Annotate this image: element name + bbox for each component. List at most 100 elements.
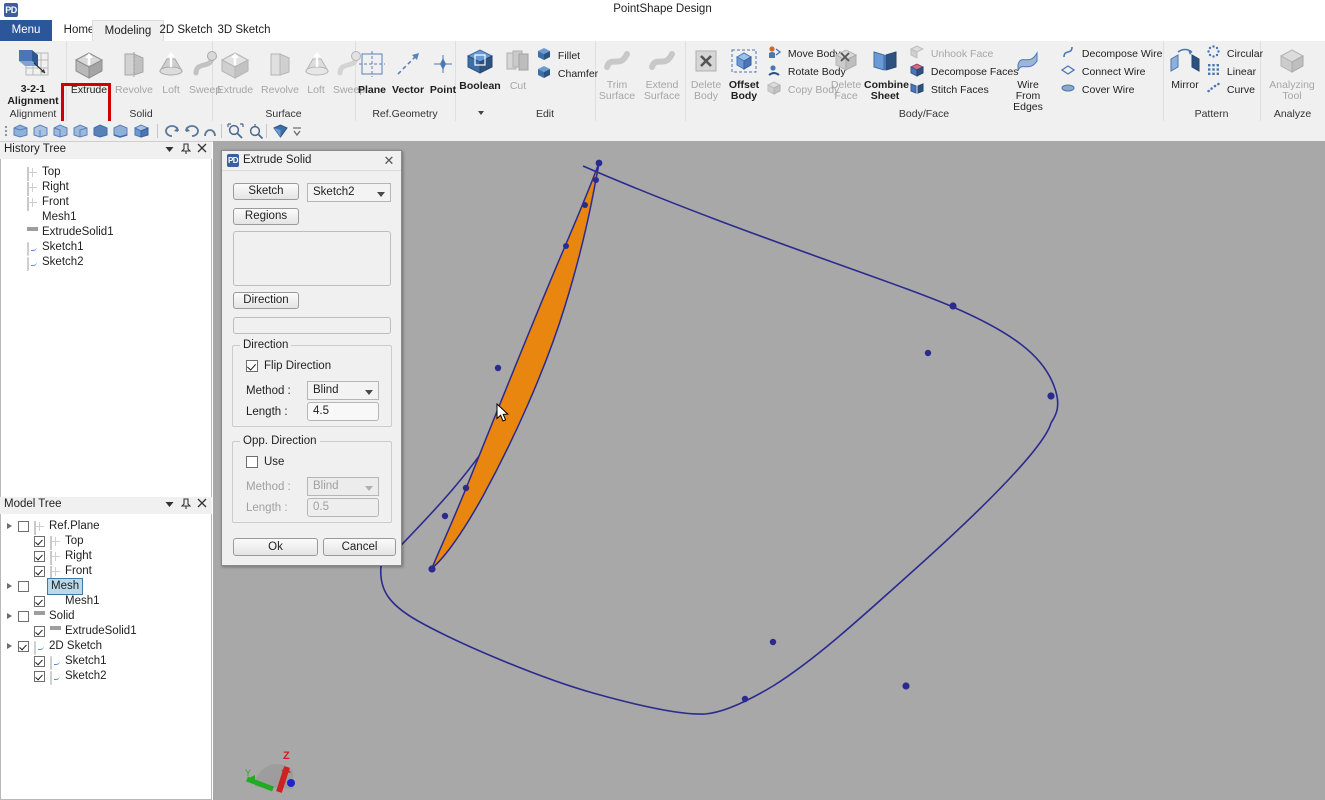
- button-vector[interactable]: Vector: [389, 49, 427, 96]
- ok-button[interactable]: Ok: [233, 538, 318, 556]
- view-iso-icon[interactable]: [133, 123, 150, 142]
- dialog-close-icon[interactable]: ✕: [381, 153, 397, 168]
- button-3-2-1-alignment[interactable]: 3-2-1 Alignment: [2, 47, 64, 107]
- history-node-mesh1[interactable]: Mesh1: [1, 210, 211, 225]
- model-node-right[interactable]: Right: [1, 549, 211, 565]
- zoom-fit-icon[interactable]: [227, 123, 244, 142]
- model-node-top[interactable]: Top: [1, 534, 211, 550]
- toolbar-grip-icon[interactable]: [2, 124, 10, 138]
- expander-icon[interactable]: [7, 643, 12, 649]
- cancel-button[interactable]: Cancel: [323, 538, 396, 556]
- view-right-icon[interactable]: [72, 123, 89, 142]
- checkbox[interactable]: [34, 626, 45, 637]
- button-linear-pattern[interactable]: Linear: [1207, 63, 1256, 81]
- button-stitch-faces[interactable]: Stitch Faces: [910, 81, 989, 100]
- history-tree-body[interactable]: Top Right Front Mesh1 ExtrudeSolid1 Sket…: [0, 159, 212, 498]
- history-node-top[interactable]: Top: [1, 165, 211, 181]
- button-revolve-surface-label: Revolve: [261, 83, 299, 96]
- checkbox[interactable]: [34, 536, 45, 547]
- dialog-title-bar[interactable]: PD Extrude Solid ✕: [222, 151, 401, 171]
- checkbox[interactable]: [18, 611, 29, 622]
- menu-button[interactable]: Menu: [0, 20, 52, 41]
- view-left-icon[interactable]: [52, 123, 69, 142]
- model-tree-dropdown-icon[interactable]: [163, 498, 176, 512]
- direction-length-input[interactable]: 4.5: [307, 402, 379, 421]
- direction-value-field[interactable]: [233, 317, 391, 334]
- rotate-ccw-icon[interactable]: [163, 123, 181, 142]
- history-node-right[interactable]: Right: [1, 180, 211, 196]
- button-decompose-faces[interactable]: Decompose Faces: [909, 63, 1018, 82]
- sketch-button[interactable]: Sketch: [233, 183, 299, 200]
- flip-direction-checkbox[interactable]: [246, 360, 258, 372]
- history-tree-close-icon[interactable]: [195, 143, 208, 157]
- checkbox[interactable]: [18, 641, 29, 652]
- extrude-solid-dialog[interactable]: PD Extrude Solid ✕ Sketch Sketch2 Region…: [221, 150, 402, 566]
- checkbox[interactable]: [18, 521, 29, 532]
- model-node-mesh1[interactable]: Mesh1: [1, 594, 211, 609]
- checkbox[interactable]: [34, 596, 45, 607]
- history-node-sketch2[interactable]: Sketch2: [1, 255, 211, 271]
- checkbox[interactable]: [18, 581, 29, 592]
- button-fillet[interactable]: Fillet: [537, 47, 580, 66]
- checkbox[interactable]: [34, 671, 45, 682]
- expander-icon[interactable]: [7, 613, 12, 619]
- history-node-sketch1[interactable]: Sketch1: [1, 240, 211, 256]
- regions-button[interactable]: Regions: [233, 208, 299, 225]
- button-connect-wire[interactable]: Connect Wire: [1060, 63, 1146, 82]
- button-offset-body[interactable]: Offset Body: [725, 47, 763, 102]
- view-bottom-icon[interactable]: [112, 123, 129, 142]
- tab-3d-sketch[interactable]: 3D Sketch: [208, 20, 280, 41]
- button-delete-body: Delete Body: [687, 47, 725, 102]
- checkbox[interactable]: [34, 551, 45, 562]
- sketch-select[interactable]: Sketch2: [307, 183, 391, 202]
- regions-list[interactable]: [233, 231, 391, 286]
- expander-icon[interactable]: [7, 583, 12, 589]
- history-node-extrudesolid1[interactable]: ExtrudeSolid1: [1, 225, 211, 240]
- model-node-solid[interactable]: Solid: [1, 609, 211, 624]
- button-mirror[interactable]: Mirror: [1165, 47, 1205, 91]
- model-node-front[interactable]: Front: [1, 564, 211, 580]
- rotate-arc-icon[interactable]: [202, 123, 218, 142]
- direction-method-select[interactable]: Blind: [307, 381, 379, 400]
- button-boolean[interactable]: Boolean: [457, 47, 503, 92]
- history-node-label: Sketch1: [42, 241, 84, 253]
- button-chamfer[interactable]: Chamfer: [537, 65, 598, 84]
- model-tree-pin-icon[interactable]: [179, 498, 192, 512]
- model-node-ref-plane[interactable]: Ref.Plane: [1, 519, 211, 535]
- view-back-icon[interactable]: [32, 123, 49, 142]
- opp-length-input: 0.5: [307, 498, 379, 517]
- button-combine-sheet[interactable]: Combine Sheet: [864, 47, 909, 102]
- button-3-2-1-alignment-label: 3-2-1 Alignment: [7, 82, 59, 107]
- button-wire-from-edges[interactable]: Wire From Edges: [1005, 47, 1051, 113]
- rotate-cw-icon[interactable]: [183, 123, 201, 142]
- overflow-icon[interactable]: [292, 126, 302, 140]
- checkbox[interactable]: [34, 566, 45, 577]
- history-node-front[interactable]: Front: [1, 195, 211, 211]
- button-cover-wire[interactable]: Cover Wire: [1061, 81, 1134, 100]
- cover-wire-icon: [1061, 81, 1075, 100]
- model-node-sketch2[interactable]: Sketch2: [1, 669, 211, 685]
- button-circular-pattern[interactable]: Circular: [1207, 45, 1263, 63]
- boolean-dropdown-caret-icon[interactable]: [478, 111, 484, 115]
- checkbox[interactable]: [34, 656, 45, 667]
- render-shade-icon[interactable]: [272, 123, 289, 142]
- button-decompose-wire[interactable]: Decompose Wire: [1061, 45, 1162, 64]
- model-node-mesh[interactable]: Mesh: [1, 578, 211, 595]
- button-plane[interactable]: Plane: [355, 49, 389, 96]
- zoom-window-icon[interactable]: [247, 123, 264, 142]
- button-extrude-solid[interactable]: Extrude: [66, 49, 112, 96]
- history-tree-pin-icon[interactable]: [179, 143, 192, 157]
- model-node-sketch1[interactable]: Sketch1: [1, 654, 211, 670]
- history-tree-dropdown-icon[interactable]: [163, 143, 176, 157]
- model-tree-body[interactable]: Ref.Plane Top Right Front Mesh Mesh1 Sol…: [0, 514, 212, 800]
- button-curve-pattern[interactable]: Curve: [1207, 81, 1255, 99]
- view-top-icon[interactable]: [92, 123, 109, 142]
- model-node-2d-sketch[interactable]: 2D Sketch: [1, 639, 211, 655]
- expander-icon[interactable]: [7, 523, 12, 529]
- model-tree-close-icon[interactable]: [195, 498, 208, 512]
- axis-triad: Y Z: [245, 750, 295, 793]
- direction-button[interactable]: Direction: [233, 292, 299, 309]
- model-node-extrudesolid1[interactable]: ExtrudeSolid1: [1, 624, 211, 639]
- view-front-icon[interactable]: [12, 123, 29, 142]
- opp-use-checkbox[interactable]: [246, 456, 258, 468]
